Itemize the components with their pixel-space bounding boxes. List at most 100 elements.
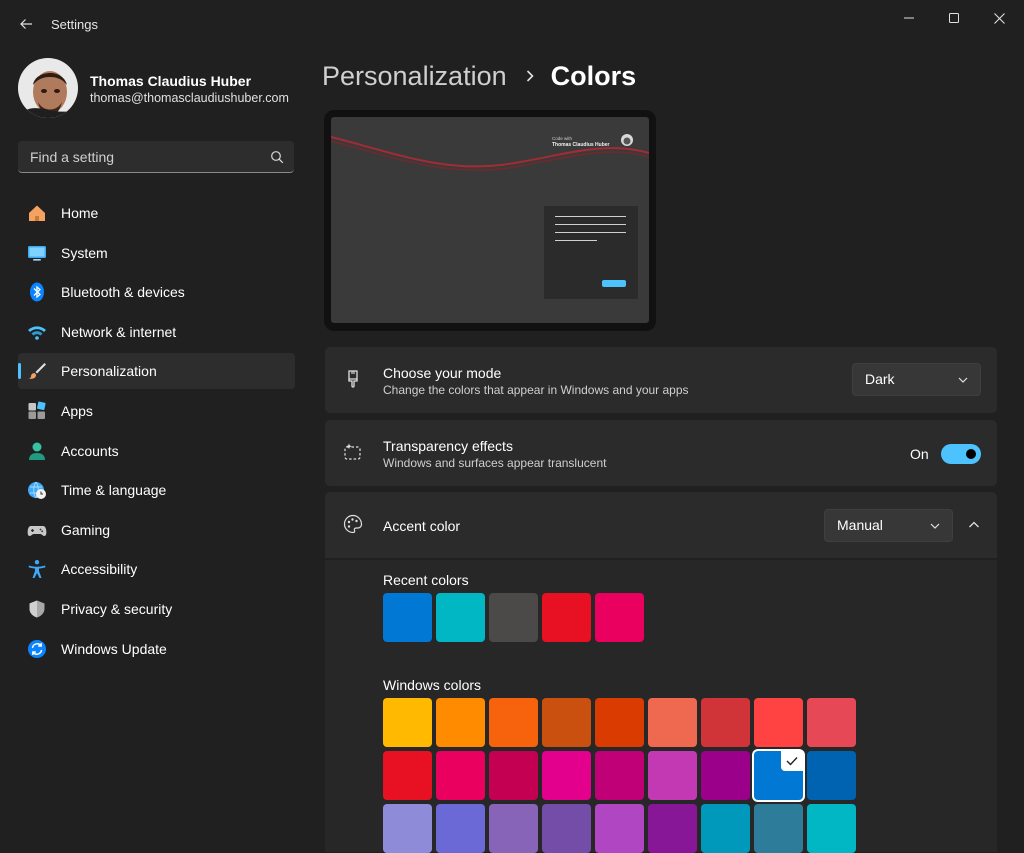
transparency-title: Transparency effects <box>383 438 513 454</box>
sidebar-item-label: Gaming <box>61 521 111 538</box>
checkmark-icon <box>781 751 803 771</box>
color-swatch[interactable] <box>489 698 538 747</box>
chevron-down-icon <box>958 377 968 383</box>
transparency-toggle[interactable] <box>941 444 981 464</box>
profile-email: thomas@thomasclaudiushuber.com <box>90 91 289 105</box>
globe-clock-icon <box>28 481 46 500</box>
window-title: Settings <box>51 17 98 32</box>
color-swatch[interactable] <box>383 698 432 747</box>
sidebar-item-windows-update[interactable]: Windows Update <box>18 631 295 667</box>
color-swatch[interactable] <box>542 593 591 642</box>
sidebar-item-label: Home <box>61 205 99 221</box>
sidebar-item-accessibility[interactable]: Accessibility <box>18 551 295 587</box>
preview-window <box>544 206 638 299</box>
search-box[interactable] <box>18 141 294 173</box>
color-swatch[interactable] <box>436 751 485 800</box>
profile-name: Thomas Claudius Huber <box>90 73 252 89</box>
color-swatch[interactable] <box>595 751 644 800</box>
search-icon[interactable] <box>270 150 284 164</box>
sidebar-item-privacy-security[interactable]: Privacy & security <box>18 591 295 627</box>
color-swatch[interactable] <box>648 751 697 800</box>
color-swatch[interactable] <box>489 804 538 853</box>
close-button[interactable] <box>976 4 1022 32</box>
color-swatch[interactable] <box>436 804 485 853</box>
sidebar-item-system[interactable]: System <box>18 235 295 271</box>
color-swatch[interactable] <box>542 804 591 853</box>
close-icon <box>993 12 1005 24</box>
mode-title: Choose your mode <box>383 365 502 381</box>
back-button[interactable] <box>12 10 40 38</box>
color-swatch[interactable] <box>754 751 803 800</box>
color-swatch[interactable] <box>436 593 485 642</box>
color-swatch[interactable] <box>648 698 697 747</box>
color-swatch[interactable] <box>595 804 644 853</box>
color-swatch[interactable] <box>701 698 750 747</box>
search-input[interactable] <box>28 145 262 169</box>
color-swatch[interactable] <box>542 751 591 800</box>
sidebar-item-network[interactable]: Network & internet <box>18 314 295 350</box>
shield-icon <box>29 600 45 618</box>
color-swatch[interactable] <box>383 751 432 800</box>
transparency-state-label: On <box>910 446 929 462</box>
sidebar-item-apps[interactable]: Apps <box>18 393 295 429</box>
sidebar-item-label: Apps <box>61 402 93 419</box>
breadcrumb-parent[interactable]: Personalization <box>322 61 507 92</box>
color-swatch[interactable] <box>489 751 538 800</box>
chevron-up-icon <box>969 521 979 528</box>
toggle-knob <box>966 449 976 459</box>
accent-dropdown-value: Manual <box>837 517 883 533</box>
color-swatch[interactable] <box>807 804 856 853</box>
color-swatch[interactable] <box>648 804 697 853</box>
mode-setting-card: Choose your mode Change the colors that … <box>325 347 997 413</box>
color-swatch[interactable] <box>542 698 591 747</box>
color-swatch[interactable] <box>436 698 485 747</box>
color-swatch[interactable] <box>595 698 644 747</box>
paintbrush-outline-icon <box>348 370 358 388</box>
accent-title: Accent color <box>383 518 461 534</box>
sidebar-item-time-language[interactable]: Time & language <box>18 472 295 508</box>
sidebar-item-label: Windows Update <box>61 640 167 657</box>
apps-icon <box>28 401 46 419</box>
minimize-icon <box>904 17 914 19</box>
color-swatch[interactable] <box>383 804 432 853</box>
color-swatch[interactable] <box>807 751 856 800</box>
chevron-down-icon <box>930 523 940 529</box>
accent-setting-card[interactable]: Accent color Manual <box>325 492 997 558</box>
bluetooth-icon <box>30 282 44 302</box>
page-title: Colors <box>550 60 637 91</box>
color-swatch[interactable] <box>595 593 644 642</box>
preview-brand-name: Thomas Claudius Huber <box>552 142 610 148</box>
sidebar-item-home[interactable]: Home <box>18 195 295 231</box>
palette-icon <box>343 514 363 534</box>
sidebar-item-bluetooth[interactable]: Bluetooth & devices <box>18 274 295 310</box>
color-swatch[interactable] <box>489 593 538 642</box>
mode-subtitle: Change the colors that appear in Windows… <box>383 383 689 397</box>
title-bar: Settings <box>0 0 1024 48</box>
color-swatch[interactable] <box>701 751 750 800</box>
theme-preview: Code with Thomas Claudius Huber <box>324 110 656 331</box>
color-swatch[interactable] <box>754 698 803 747</box>
sidebar-item-gaming[interactable]: Gaming <box>18 512 295 548</box>
profile-photo-icon <box>18 58 78 118</box>
sidebar-nav: Home System Bluetooth & devices Network … <box>18 195 295 670</box>
minimize-button[interactable] <box>886 4 932 32</box>
maximize-icon <box>949 13 959 23</box>
mode-dropdown[interactable]: Dark <box>852 363 981 396</box>
maximize-button[interactable] <box>931 4 977 32</box>
preview-accent-button <box>602 280 626 287</box>
chevron-right-icon <box>525 69 535 83</box>
sidebar-item-accounts[interactable]: Accounts <box>18 433 295 469</box>
color-swatch[interactable] <box>701 804 750 853</box>
windows-colors-label: Windows colors <box>383 677 482 693</box>
color-swatch[interactable] <box>754 804 803 853</box>
color-swatch[interactable] <box>383 593 432 642</box>
avatar <box>18 58 78 118</box>
collapse-button[interactable] <box>961 512 987 538</box>
sidebar-item-personalization[interactable]: Personalization <box>18 353 295 390</box>
breadcrumb: Personalization Colors <box>322 58 636 94</box>
color-swatch[interactable] <box>807 698 856 747</box>
accent-dropdown[interactable]: Manual <box>824 509 953 542</box>
sidebar-item-label: Privacy & security <box>61 600 173 617</box>
preview-logo-icon <box>621 134 633 146</box>
person-icon <box>29 442 45 460</box>
